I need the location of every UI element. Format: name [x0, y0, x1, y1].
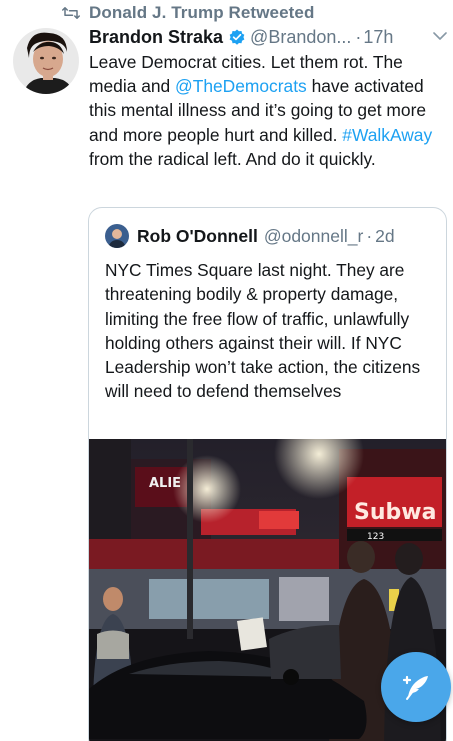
compose-feather-icon — [402, 675, 428, 700]
quoted-tweet-text: NYC Times Square last night. They are th… — [105, 260, 421, 402]
retweet-banner[interactable]: Donald J. Trump Retweeted — [62, 3, 314, 23]
author-name[interactable]: Brandon Straka — [89, 27, 223, 48]
separator-dot: · — [355, 26, 362, 47]
compose-tweet-button[interactable] — [381, 652, 451, 722]
author-handle[interactable]: @Brandon... — [250, 27, 351, 48]
quoted-tweet-time: 2d — [375, 225, 395, 246]
tweet-text: Leave Democrat cities. Let them rot. The… — [89, 50, 451, 171]
author-avatar-image — [13, 28, 79, 94]
quoted-author-name: Rob O'Donnell — [137, 225, 258, 246]
chevron-down-icon[interactable] — [433, 31, 447, 41]
verified-badge-icon — [229, 29, 245, 45]
tweet-header: Brandon Straka @Brandon... · 17h — [89, 25, 451, 49]
mention-link[interactable]: @TheDemocrats — [175, 76, 307, 96]
tweet-time[interactable]: 17h — [363, 27, 393, 48]
hashtag-link[interactable]: #WalkAway — [342, 125, 432, 145]
separator-dot: · — [366, 225, 373, 246]
retweet-label: Donald J. Trump Retweeted — [89, 3, 315, 22]
sign-text-subway-lines: 123 — [367, 532, 384, 542]
sign-text-subway: Subwa — [354, 500, 436, 525]
quoted-author-avatar — [105, 224, 129, 248]
author-avatar[interactable] — [13, 28, 79, 94]
quoted-tweet-header: Rob O'Donnell @odonnell_r · 2d — [105, 224, 395, 248]
retweet-icon — [62, 7, 80, 19]
quoted-author-handle: @odonnell_r — [263, 225, 364, 246]
tweet-text-part: from the radical left. And do it quickly… — [89, 148, 376, 169]
